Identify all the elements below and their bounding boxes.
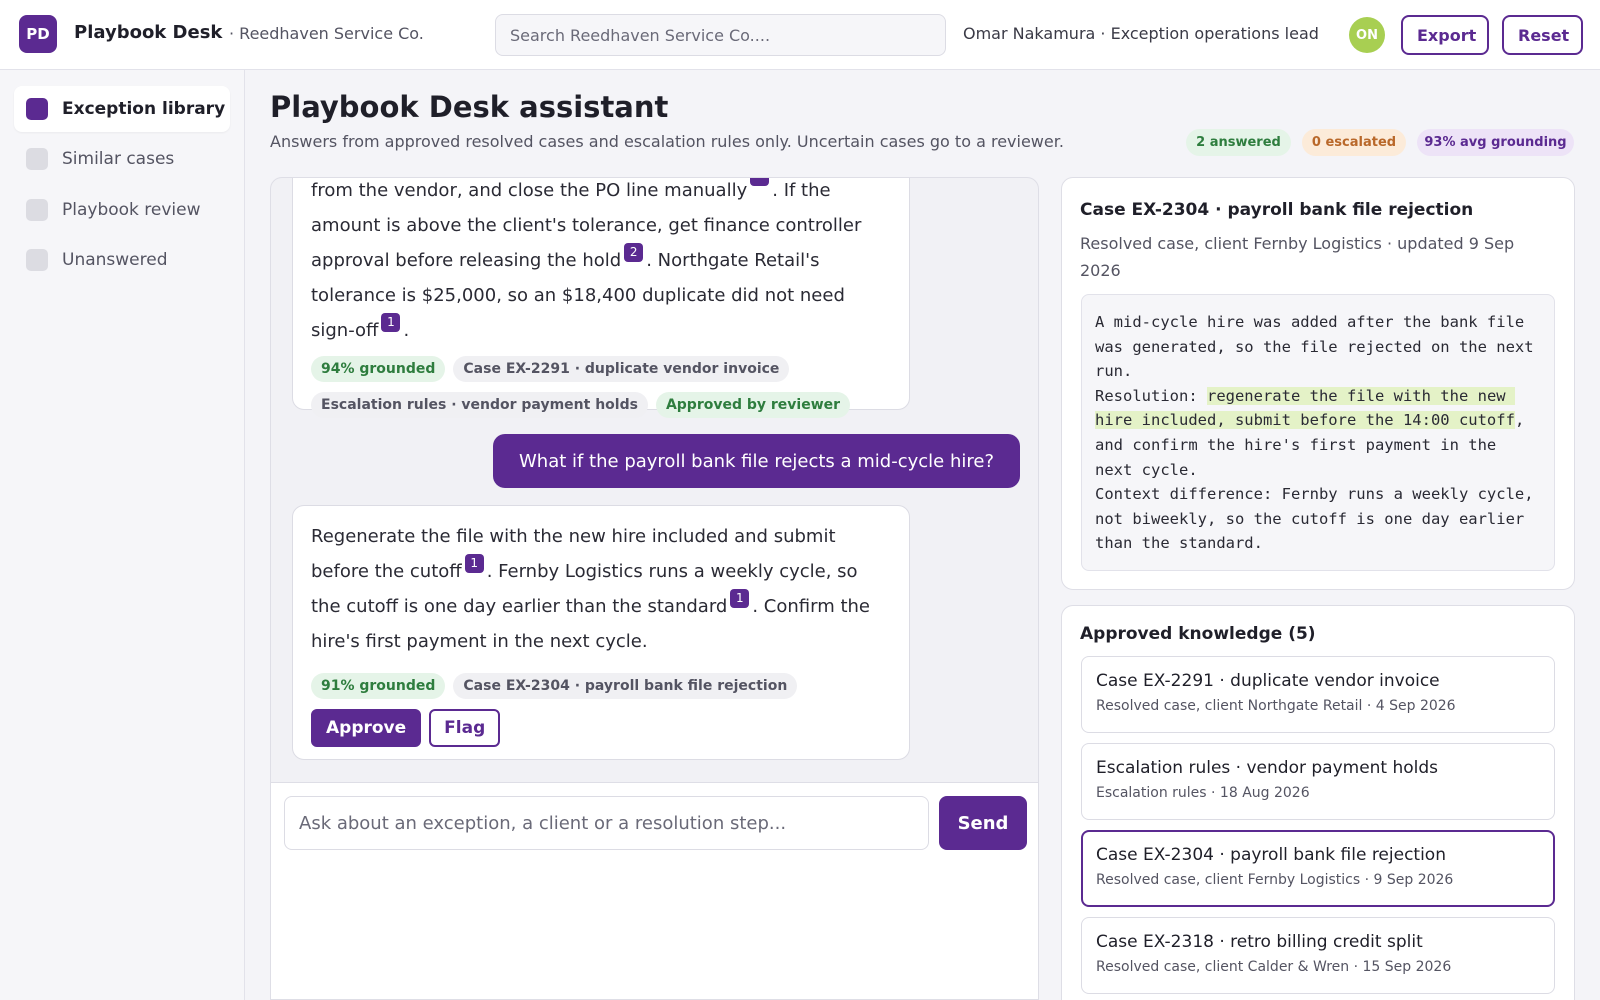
knowledge-item-name: Case EX-2318 · retro billing credit spli… [1096, 932, 1423, 952]
escalated-badge: 0 escalated [1302, 129, 1406, 156]
resolution-label: Resolution: [1095, 386, 1207, 405]
source-chip[interactable]: Escalation rules · vendor payment holds [311, 392, 648, 418]
send-button[interactable]: Send [939, 796, 1027, 850]
org-name: · Reedhaven Service Co. [229, 24, 424, 43]
app-name: Playbook Desk [74, 22, 223, 43]
reset-button[interactable]: Reset [1502, 15, 1583, 55]
chat-input[interactable] [284, 796, 929, 850]
citation-marker[interactable]: 1 [730, 589, 750, 608]
knowledge-item-meta: Resolved case, client Calder & Wren · 15… [1096, 959, 1452, 975]
grounding-badge: 93% avg grounding [1417, 129, 1574, 156]
page-subtitle: Answers from approved resolved cases and… [270, 132, 1064, 151]
user-message: What if the payroll bank file rejects a … [493, 434, 1020, 488]
source-chip[interactable]: Case EX-2291 · duplicate vendor invoice [453, 356, 790, 382]
answer-text: Regenerate the file with the new hire in… [311, 519, 891, 659]
knowledge-item[interactable]: Escalation rules · vendor payment holds … [1081, 743, 1555, 820]
knowledge-item[interactable]: Case EX-2318 · retro billing credit spli… [1081, 917, 1555, 994]
top-bar: PD Playbook Desk · Reedhaven Service Co.… [0, 0, 1600, 70]
knowledge-item-meta: Resolved case, client Fernby Logistics ·… [1096, 872, 1454, 888]
knowledge-title: Approved knowledge (5) [1080, 624, 1316, 644]
answered-badge: 2 answered [1186, 129, 1291, 156]
export-button[interactable]: Export [1401, 15, 1489, 55]
grounded-badge: 94% grounded [311, 356, 446, 382]
sidebar: Exception library Similar cases Playbook… [0, 70, 245, 1000]
answer-text-part: from the vendor, and close the PO line m… [311, 180, 748, 201]
sidebar-item-label: Similar cases [62, 149, 175, 169]
knowledge-item-name: Case EX-2291 · duplicate vendor invoice [1096, 671, 1440, 691]
assistant-message: from the vendor, and close the PO line m… [292, 178, 910, 418]
case-title: Case EX-2304 · payroll bank file rejecti… [1080, 200, 1474, 220]
avatar[interactable]: ON [1349, 17, 1385, 53]
source-chip[interactable]: Case EX-2304 · payroll bank file rejecti… [453, 673, 798, 699]
square-icon [26, 148, 48, 170]
case-meta: Resolved case, client Fernby Logistics ·… [1080, 234, 1515, 280]
answer-text-part: . [403, 320, 410, 341]
approved-badge: Approved by reviewer [655, 392, 851, 418]
assistant-message: Regenerate the file with the new hire in… [292, 505, 910, 760]
page-title: Playbook Desk assistant [270, 90, 669, 124]
knowledge-item-selected[interactable]: Case EX-2304 · payroll bank file rejecti… [1081, 830, 1555, 907]
sidebar-item-label: Exception library [62, 99, 226, 119]
grounded-badge: 91% grounded [311, 673, 446, 699]
sidebar-item-label: Unanswered [62, 250, 168, 270]
chat-panel: from the vendor, and close the PO line m… [270, 177, 1039, 1000]
sidebar-item-exception-library[interactable]: Exception library [14, 86, 230, 132]
approved-knowledge-panel: Approved knowledge (5) Case EX-2291 · du… [1061, 605, 1575, 1000]
citation-marker[interactable]: 1 [381, 313, 401, 332]
answer-tags: 91% grounded Case EX-2304 · payroll bank… [311, 667, 891, 747]
knowledge-item-name: Case EX-2304 · payroll bank file rejecti… [1096, 845, 1446, 865]
square-icon [26, 249, 48, 271]
answer-tags: 94% grounded Case EX-2291 · duplicate ve… [311, 356, 891, 418]
case-intro: A mid-cycle hire was added after the ban… [1095, 313, 1543, 381]
sidebar-item-unanswered[interactable]: Unanswered [14, 237, 230, 283]
approve-button[interactable]: Approve [311, 709, 422, 747]
sidebar-item-playbook-review[interactable]: Playbook review [14, 187, 230, 233]
app-logo: PD [19, 15, 57, 53]
citation-marker[interactable]: 2 [624, 243, 644, 262]
square-icon [26, 199, 48, 221]
answer-text: from the vendor, and close the PO line m… [311, 178, 891, 348]
knowledge-item-name: Escalation rules · vendor payment holds [1096, 758, 1439, 778]
citation-marker[interactable]: 1 [464, 554, 484, 573]
composer: Send [271, 782, 1038, 999]
knowledge-item-meta: Resolved case, client Northgate Retail ·… [1096, 698, 1456, 714]
sidebar-item-similar-cases[interactable]: Similar cases [14, 136, 230, 182]
user-name: Omar Nakamura · Exception operations lea… [963, 24, 1319, 43]
case-detail-card: Case EX-2304 · payroll bank file rejecti… [1061, 177, 1575, 590]
flag-button[interactable]: Flag [429, 709, 501, 747]
citation-marker[interactable] [750, 178, 770, 186]
search-input[interactable] [495, 14, 946, 56]
case-body: A mid-cycle hire was added after the ban… [1081, 294, 1555, 571]
knowledge-item-meta: Escalation rules · 18 Aug 2026 [1096, 785, 1310, 801]
knowledge-item[interactable]: Case EX-2291 · duplicate vendor invoice … [1081, 656, 1555, 733]
sidebar-item-label: Playbook review [62, 200, 201, 220]
case-context: Context difference: Fernby runs a weekly… [1095, 485, 1543, 553]
square-icon [26, 98, 48, 120]
